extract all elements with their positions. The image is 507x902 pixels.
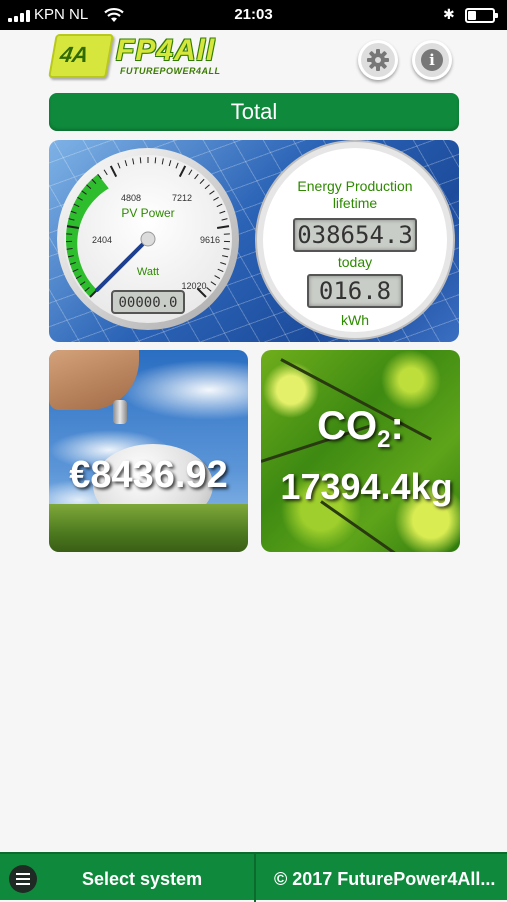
gauge-readout: 00000.0	[118, 295, 177, 311]
energy-production-dial: Energy Production lifetime 038654.3 toda…	[263, 148, 447, 332]
co2-tile[interactable]: CO2: 17394.4kg	[261, 350, 460, 552]
energy-unit: kWh	[263, 312, 447, 328]
app-logo: 4A FP4All FUTUREPOWER4ALL	[52, 32, 242, 80]
settings-button[interactable]	[358, 40, 398, 80]
logo-wordmark: FP4All	[116, 34, 215, 68]
gauge-unit: Watt	[137, 266, 159, 278]
gauge-tick-label: 2404	[92, 235, 112, 245]
today-label: today	[263, 254, 447, 270]
hamburger-icon[interactable]	[9, 865, 37, 893]
co2-label: CO2:	[261, 404, 460, 454]
gauge-tick-label: 4808	[121, 193, 141, 203]
gauge-tick	[140, 157, 141, 163]
info-icon: i	[421, 49, 443, 71]
bottom-bar: Select system © 2017 FuturePower4All...	[0, 852, 507, 900]
clock: 21:03	[0, 6, 507, 23]
logo-tagline: FUTUREPOWER4ALL	[120, 66, 221, 76]
lifetime-readout: 038654.3	[293, 218, 417, 252]
savings-amount: €8436.92	[49, 454, 248, 497]
gauge-title: PV Power	[121, 206, 174, 220]
battery-icon	[465, 8, 495, 23]
gear-icon	[366, 48, 390, 72]
lifetime-label-line1: Energy Production	[263, 178, 447, 194]
bluetooth-icon: ✱	[443, 6, 455, 23]
status-bar: KPN NL 21:03 ✱	[0, 0, 507, 30]
gauge-tick-label: 9616	[200, 235, 220, 245]
lifetime-label-line2: lifetime	[263, 195, 447, 211]
coin-image	[113, 400, 127, 424]
info-button[interactable]: i	[412, 40, 452, 80]
gauge-tick-label: 12020	[181, 281, 206, 291]
select-system-button[interactable]: Select system	[82, 869, 202, 890]
gauge-tick-label: 7212	[172, 193, 192, 203]
branch-image	[320, 500, 420, 552]
co2-value: 17394.4kg	[267, 466, 460, 508]
gauge-tick	[155, 157, 156, 163]
total-title-bar: Total	[49, 93, 459, 131]
pv-power-gauge: PV Power Watt 2404 4808 7212 9616 12020 …	[56, 147, 240, 331]
logo-badge: 4A	[48, 34, 114, 78]
copyright-link[interactable]: © 2017 FuturePower4All...	[274, 869, 495, 890]
production-panel: PV Power Watt 2404 4808 7212 9616 12020 …	[49, 140, 459, 342]
today-readout: 016.8	[307, 274, 403, 308]
savings-tile[interactable]: €8436.92	[49, 350, 248, 552]
bottom-divider	[254, 854, 256, 902]
grass-image	[49, 504, 248, 552]
